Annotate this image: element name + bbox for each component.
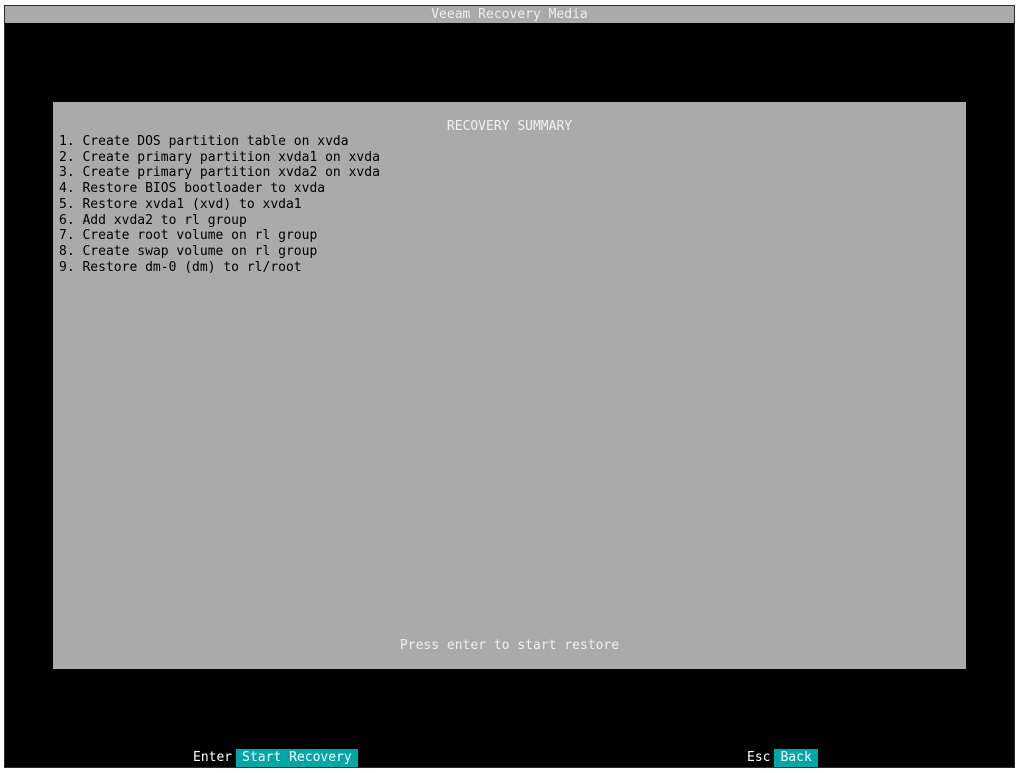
start-recovery-button[interactable]: Start Recovery [236, 749, 358, 767]
list-item: 4. Restore BIOS bootloader to xvda [59, 181, 326, 197]
list-item: 7. Create root volume on rl group [59, 228, 318, 244]
panel-title: RECOVERY SUMMARY [446, 119, 573, 134]
list-item: 6. Add xvda2 to rl group [59, 212, 247, 228]
recovery-steps-list: 1. Create DOS partition table on xvda 2.… [59, 134, 380, 275]
panel-hint: Press enter to start restore [399, 638, 620, 653]
footer-enter-shortcut: Enter Start Recovery [193, 749, 358, 767]
list-item: 5. Restore xvda1 (xvd) to xvda1 [59, 196, 302, 212]
terminal-screen: Veeam Recovery Media RECOVERY SUMMARY 1.… [4, 5, 1015, 768]
back-button[interactable]: Back [774, 749, 818, 767]
list-item: 1. Create DOS partition table on xvda [59, 134, 349, 149]
recovery-summary-panel: RECOVERY SUMMARY 1. Create DOS partition… [53, 102, 966, 669]
list-item: 9. Restore dm-0 (dm) to rl/root [59, 259, 302, 275]
list-item: 2. Create primary partition xvda1 on xvd… [59, 149, 380, 165]
enter-key-label: Enter [193, 750, 233, 765]
footer-esc-shortcut: Esc Back [747, 749, 818, 767]
list-item: 8. Create swap volume on rl group [59, 243, 318, 259]
window-title: Veeam Recovery Media [5, 6, 1014, 23]
esc-key-label: Esc [747, 750, 771, 765]
list-item: 3. Create primary partition xvda2 on xvd… [59, 165, 380, 181]
